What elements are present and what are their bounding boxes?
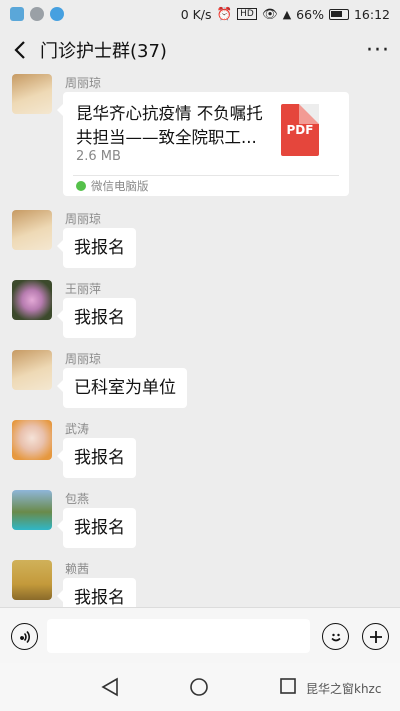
message-bubble[interactable]: 我报名 xyxy=(57,438,136,478)
message-bubble[interactable]: 已科室为单位 xyxy=(57,368,187,408)
sender-name: 武涛 xyxy=(65,422,90,436)
wechat-icon xyxy=(76,181,86,191)
recent-square-icon[interactable] xyxy=(279,677,299,697)
net-speed: 0 K/s xyxy=(180,6,212,22)
nav-bar: 门诊护士群(37) ··· xyxy=(0,28,400,72)
battery-icon xyxy=(328,8,349,20)
sender-name: 周丽琼 xyxy=(65,212,102,226)
watermark: 昆华之窗khzc xyxy=(306,682,382,696)
avatar[interactable] xyxy=(12,560,52,600)
sender-name: 包燕 xyxy=(65,492,90,506)
eye-icon: 👁 xyxy=(261,6,278,21)
battery-text: 66% xyxy=(296,6,324,22)
home-circle-icon[interactable] xyxy=(189,677,209,697)
file-source-label: 微信电脑版 xyxy=(91,179,149,193)
sender-name: 赖茜 xyxy=(65,562,90,576)
avatar[interactable] xyxy=(12,420,52,460)
pdf-label: PDF xyxy=(286,123,314,137)
input-bar xyxy=(0,607,400,663)
more-icon[interactable]: ··· xyxy=(356,38,400,63)
message-bubble[interactable]: 我报名 xyxy=(57,578,136,607)
file-source: 微信电脑版 xyxy=(76,178,149,194)
chevron-left-icon[interactable] xyxy=(0,28,40,72)
avatar[interactable] xyxy=(12,74,52,114)
sender-name: 周丽琼 xyxy=(65,352,102,366)
sender-name: 王丽萍 xyxy=(65,282,102,296)
file-size: 2.6 MB xyxy=(76,149,121,164)
file-title: 昆华齐心抗疫情 不负嘱托共担当——致全院职工... xyxy=(76,104,263,147)
chat-area[interactable]: 周丽琼 昆华齐心抗疫情 不负嘱托共担当——致全院职工... 2.6 MB PDF… xyxy=(0,72,400,607)
message-bubble[interactable]: 我报名 xyxy=(57,508,136,548)
avatar[interactable] xyxy=(12,280,52,320)
notification-icon xyxy=(10,7,24,21)
signal-icon: ▲ xyxy=(282,7,292,21)
alarm-icon: ⏰ xyxy=(216,6,233,21)
voice-icon[interactable] xyxy=(11,623,38,650)
back-triangle-icon[interactable] xyxy=(101,677,121,697)
sender-name: 周丽琼 xyxy=(65,76,102,90)
clock: 16:12 xyxy=(353,6,390,22)
pdf-icon: PDF xyxy=(281,104,319,156)
avatar[interactable] xyxy=(12,210,52,250)
message-input[interactable] xyxy=(47,619,310,653)
hd-icon: HD xyxy=(237,8,257,20)
file-card[interactable]: 昆华齐心抗疫情 不负嘱托共担当——致全院职工... 2.6 MB PDF 微信电… xyxy=(57,92,349,196)
message-bubble[interactable]: 我报名 xyxy=(57,228,136,268)
message-bubble[interactable]: 我报名 xyxy=(57,298,136,338)
emoji-icon[interactable] xyxy=(322,623,349,650)
avatar[interactable] xyxy=(12,350,52,390)
plus-icon[interactable] xyxy=(362,623,389,650)
avatar[interactable] xyxy=(12,490,52,530)
cloud-icon xyxy=(30,7,44,21)
status-bar: 0 K/s ⏰ HD 👁 ▲ 66% 16:12 xyxy=(0,0,400,28)
app-icon xyxy=(50,7,64,21)
divider xyxy=(73,175,339,176)
chat-title: 门诊护士群(37) xyxy=(40,41,167,62)
